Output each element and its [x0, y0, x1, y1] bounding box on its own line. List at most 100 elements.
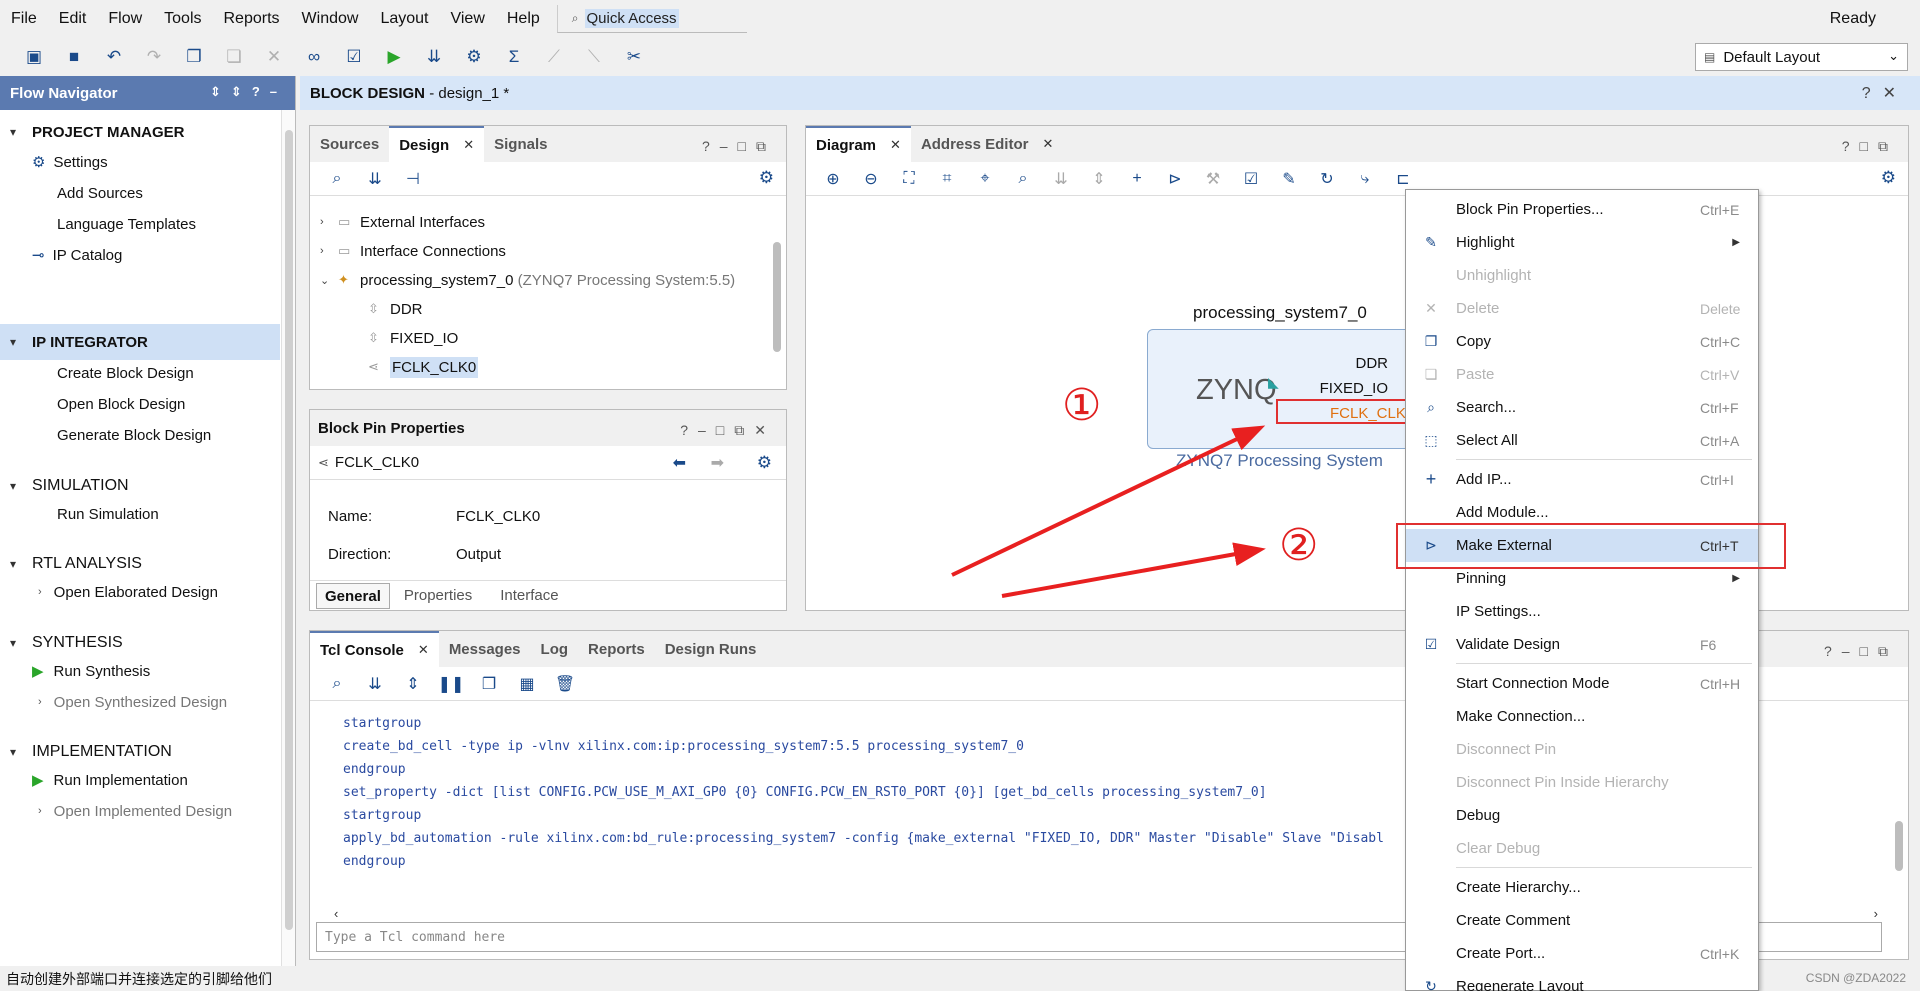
menu-window[interactable]: Window — [291, 0, 370, 38]
menu-item-search[interactable]: ⌕ Search... Ctrl+F — [1406, 391, 1758, 424]
nav-settings[interactable]: ⚙ Settings — [32, 147, 108, 177]
tree-fclk-clk0[interactable]: ⋖ FCLK_CLK0 — [368, 353, 479, 381]
copy-icon[interactable]: ❐ — [174, 43, 214, 71]
delete-icon[interactable]: ✕ — [254, 43, 294, 71]
menu-item-add-ip[interactable]: + Add IP... Ctrl+I — [1406, 463, 1758, 496]
gear-icon[interactable]: ⚙ — [1881, 168, 1896, 188]
nav-run-synthesis[interactable]: ▶ Run Synthesis — [32, 656, 150, 686]
route-icon[interactable]: ⤷ — [1346, 166, 1384, 192]
tree-processing-system7[interactable]: ⌄ ✦ processing_system7_0 (ZYNQ7 Processing… — [320, 266, 735, 294]
copy-icon[interactable]: ❐ — [470, 671, 508, 697]
add-icon[interactable]: + — [1118, 166, 1156, 192]
pause-icon[interactable]: ❚❚ — [432, 671, 470, 697]
menu-file[interactable]: File — [0, 0, 48, 38]
pin-ddr[interactable]: DDR — [1356, 355, 1389, 372]
binoculars-icon[interactable]: ∞ — [294, 43, 334, 71]
menu-flow[interactable]: Flow — [97, 0, 153, 38]
design-panel-scrollbar[interactable] — [770, 208, 784, 388]
tab-design[interactable]: Design ✕ — [389, 126, 485, 162]
make-external-icon[interactable]: ⊳ — [1156, 166, 1194, 192]
tree-external-interfaces[interactable]: › ▭ External Interfaces — [320, 208, 485, 236]
gear-icon[interactable]: ⚙ — [757, 453, 772, 473]
nav-language-templates[interactable]: Language Templates — [57, 209, 196, 239]
menu-item-disconnect-pin-inside-hierarchy[interactable]: Disconnect Pin Inside Hierarchy — [1406, 766, 1758, 799]
tab-reports[interactable]: Reports — [578, 631, 655, 667]
nav-generate-block-design[interactable]: Generate Block Design — [57, 420, 211, 450]
zoom-area-icon[interactable]: ⌗ — [928, 166, 966, 192]
ruler-icon[interactable]: ⟍ — [574, 43, 614, 71]
nav-open-implemented-design[interactable]: › Open Implemented Design — [38, 796, 232, 826]
menu-tools[interactable]: Tools — [153, 0, 212, 38]
close-icon[interactable]: ✕ — [890, 137, 901, 153]
section-project-manager[interactable]: ▾ PROJECT MANAGER — [0, 114, 280, 150]
tools-icon[interactable]: ✂ — [614, 43, 654, 71]
menu-item-paste[interactable]: ❏ Paste Ctrl+V — [1406, 358, 1758, 391]
search-icon[interactable]: ⌕ — [318, 671, 356, 697]
menu-item-copy[interactable]: ❐ Copy Ctrl+C — [1406, 325, 1758, 358]
close-icon[interactable]: ✕ — [1042, 136, 1053, 152]
menu-item-disconnect-pin[interactable]: Disconnect Pin — [1406, 733, 1758, 766]
nav-create-block-design[interactable]: Create Block Design — [57, 358, 194, 388]
settings-icon[interactable]: ⚙ — [454, 43, 494, 71]
menu-item-delete[interactable]: ✕ Delete Delete — [1406, 292, 1758, 325]
tab-signals[interactable]: Signals — [484, 126, 557, 162]
close-icon[interactable]: ✕ — [418, 642, 429, 658]
refresh-icon[interactable]: ↻ — [1308, 166, 1346, 192]
run-icon[interactable]: ▶ — [374, 43, 414, 71]
tab-interface[interactable]: Interface — [486, 583, 572, 609]
menu-item-create-hierarchy[interactable]: Create Hierarchy... — [1406, 871, 1758, 904]
console-scrollbar[interactable] — [1892, 711, 1906, 911]
panel-controls[interactable]: ?□⧉ — [1842, 138, 1898, 155]
menu-item-validate-design[interactable]: ☑ Validate Design F6 — [1406, 628, 1758, 661]
back-arrow-icon[interactable]: ⬅ — [673, 453, 686, 473]
tab-design-runs[interactable]: Design Runs — [655, 631, 767, 667]
expand-icon[interactable]: ⇕ — [1080, 166, 1118, 192]
nav-run-implementation[interactable]: ▶ Run Implementation — [32, 765, 188, 795]
tab-general[interactable]: General — [316, 582, 390, 609]
menu-view[interactable]: View — [439, 0, 495, 38]
panel-controls[interactable]: ?–□⧉ — [1824, 643, 1898, 660]
tab-sources[interactable]: Sources — [310, 126, 389, 162]
undo-icon[interactable]: ↶ — [94, 43, 134, 71]
trash-icon[interactable]: 🗑 — [546, 671, 584, 697]
menu-item-create-comment[interactable]: Create Comment — [1406, 904, 1758, 937]
panel-controls[interactable]: ?✕ — [1862, 83, 1908, 103]
redo-icon[interactable]: ↷ — [134, 43, 174, 71]
scroll-thumb[interactable] — [773, 242, 781, 352]
scroll-thumb[interactable] — [1895, 821, 1903, 871]
tree-fixed-io[interactable]: ⇳ FIXED_IO — [368, 324, 458, 352]
panel-controls[interactable]: ?–□⧉✕ — [680, 422, 776, 439]
nav-open-block-design[interactable]: Open Block Design — [57, 389, 185, 419]
menu-item-start-connection-mode[interactable]: Start Connection Mode Ctrl+H — [1406, 667, 1758, 700]
menu-item-regenerate-layout[interactable]: ↻ Regenerate Layout — [1406, 970, 1758, 991]
nav-add-sources[interactable]: Add Sources — [57, 178, 143, 208]
wire-icon[interactable]: ⟋ — [534, 43, 574, 71]
table-icon[interactable]: ▦ — [508, 671, 546, 697]
tab-properties[interactable]: Properties — [390, 583, 486, 609]
panel-controls[interactable]: ⇕⇕?– — [210, 84, 287, 100]
quick-access-field[interactable]: ⌕ Quick Access — [556, 5, 747, 33]
menu-item-highlight[interactable]: ✎ Highlight ▶ — [1406, 226, 1758, 259]
menu-reports[interactable]: Reports — [213, 0, 291, 38]
menu-item-create-port[interactable]: Create Port... Ctrl+K — [1406, 937, 1758, 970]
menu-item-ip-settings[interactable]: IP Settings... — [1406, 595, 1758, 628]
menu-item-unhighlight[interactable]: Unhighlight — [1406, 259, 1758, 292]
wrench-icon[interactable]: ⚒ — [1194, 166, 1232, 192]
menu-item-block-pin-properties[interactable]: Block Pin Properties... Ctrl+E — [1406, 193, 1758, 226]
panel-controls[interactable]: ?–□⧉ — [702, 138, 776, 155]
zoom-out-icon[interactable]: ⊖ — [852, 166, 890, 192]
connect-icon[interactable]: ⊏ — [1384, 166, 1422, 192]
tab-log[interactable]: Log — [531, 631, 579, 667]
menu-item-debug[interactable]: Debug — [1406, 799, 1758, 832]
collapse-all-icon[interactable]: ⇊ — [356, 671, 394, 697]
select-area-icon[interactable]: ⌖ — [966, 166, 1004, 192]
section-ip-integrator[interactable]: ▾ IP INTEGRATOR — [0, 324, 280, 360]
nav-open-elaborated-design[interactable]: › Open Elaborated Design — [38, 577, 218, 607]
pin-fixed-io[interactable]: FIXED_IO — [1320, 380, 1388, 397]
open-project-icon[interactable]: ▣ — [14, 43, 54, 71]
tree-interface-connections[interactable]: › ▭ Interface Connections — [320, 237, 506, 265]
forward-arrow-icon[interactable]: ➡ — [711, 453, 724, 473]
pin-props-scrollbar[interactable] — [770, 490, 784, 576]
nav-open-synthesized-design[interactable]: › Open Synthesized Design — [38, 687, 227, 717]
nav-run-simulation[interactable]: Run Simulation — [57, 499, 159, 529]
